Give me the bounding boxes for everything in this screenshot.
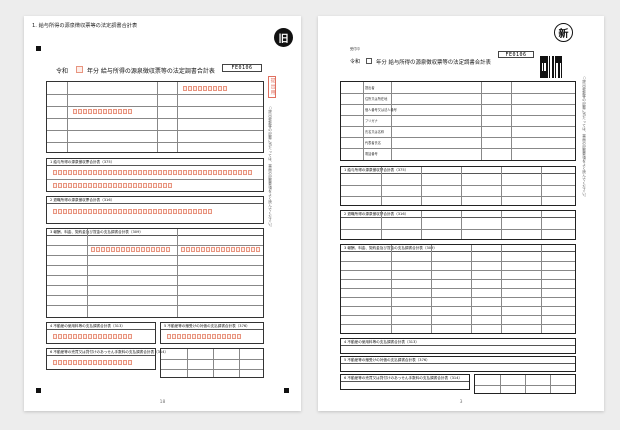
submitter-block: 提出者 住所又は所在地 個人番号又は法人番号 フリガナ 氏名又は名称 代表者氏名…: [340, 81, 576, 161]
old-version-badge: 旧: [274, 28, 293, 47]
registration-mark: [36, 388, 41, 393]
office-use-block: [160, 348, 264, 378]
number-cells: [73, 109, 132, 114]
qr-code: [540, 56, 562, 78]
section-6: 6 不動産等の売買又は貸付けのあっせん手数料の支払調書合計表（314）: [46, 348, 168, 370]
section-3: 3 報酬、料金、契約金及び賞金の支払調書合計表（309）: [340, 244, 576, 334]
side-notes: ○提出枚数等の記載に当たっては、裏面の記載要領をよく読んでください。: [582, 76, 587, 199]
registration-mark: [284, 388, 289, 393]
office-use-block: [474, 374, 576, 394]
section-4: 4 不動産の使用料等の支払調書合計表（313）: [46, 322, 156, 344]
section-2: 2 退職所得の源泉徴収票合計表（316）: [46, 196, 264, 224]
form-code: FE0106: [498, 51, 534, 58]
form-code: FE0106: [222, 64, 262, 72]
submitter-block: [46, 81, 264, 153]
new-form-page: 新 受付印 令和 年分 給与所得の源泉徴収票等の法定調書合計表 FE0106 提…: [318, 16, 604, 411]
number-cells: [183, 86, 227, 91]
section-1: 1 給与所得の源泉徴収票合計表（375）: [46, 158, 264, 192]
old-form-page: 1. 給与所得の源泉徴収票等の法定調書合計表 旧 令和 年分 給与所得の源泉徴収…: [24, 16, 301, 411]
form-title: 年分 給与所得の源泉徴収票等の法定調書合計表: [87, 68, 215, 75]
section-4: 4 不動産の使用料等の支払調書合計表（313）: [340, 338, 576, 354]
page-number: 3: [459, 400, 463, 405]
section-6: 6 不動産等の売買又は貸付けのあっせん手数料の支払調書合計表（314）: [340, 374, 470, 390]
section-2: 2 退職所得の源泉徴収票合計表（316）: [340, 210, 576, 240]
section-5: 5 不動産等の譲受けの対価の支払調書合計表（376）: [160, 322, 264, 344]
new-version-badge: 新: [554, 23, 573, 42]
section-5: 5 不動産等の譲受けの対価の支払調書合計表（376）: [340, 356, 576, 372]
document-caption: 1. 給与所得の源泉徴収票等の法定調書合計表: [32, 23, 138, 29]
section-1: 1 給与所得の源泉徴収票合計表（375）: [340, 166, 576, 206]
era-label: 令和: [350, 59, 361, 65]
submission-stamp: 提出用: [268, 76, 276, 98]
year-cells: [76, 66, 83, 73]
form-title: 年分 給与所得の源泉徴収票等の法定調書合計表: [376, 60, 491, 66]
section-3: 3 報酬、料金、契約金及び賞金の支払調書合計表（309）: [46, 228, 264, 318]
side-notes: ○提出枚数等の記載に当たっては、裏面の記載要領をよく読んでください。: [268, 106, 273, 229]
registration-mark: [36, 46, 41, 51]
era-label: 令和: [56, 68, 69, 75]
receipt-label: 受付印: [350, 47, 360, 51]
page-number: 18: [159, 400, 166, 405]
